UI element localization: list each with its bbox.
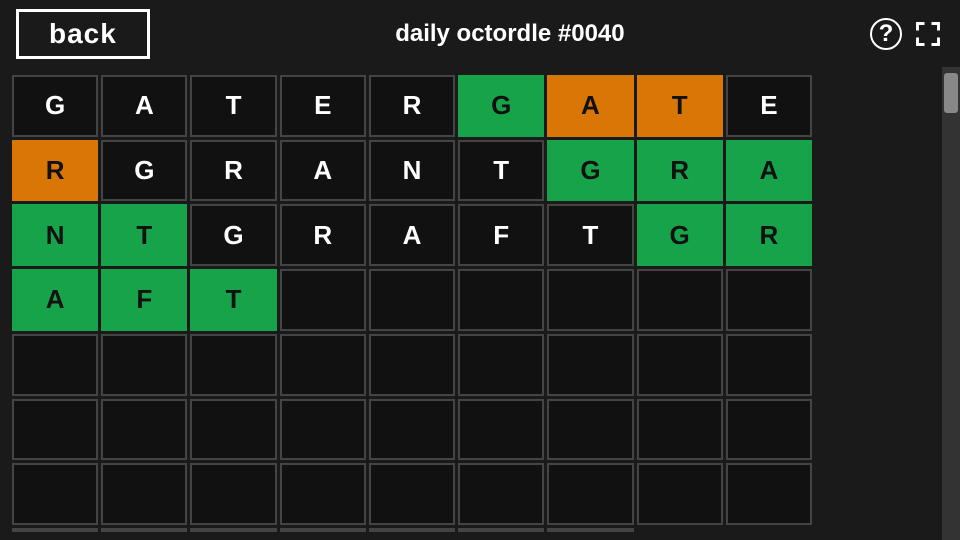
table-row: T	[101, 204, 187, 266]
table-row: R	[369, 75, 455, 137]
table-row	[280, 528, 366, 532]
table-row	[12, 463, 98, 525]
table-row	[458, 463, 544, 525]
table-row: R	[12, 140, 98, 202]
header: back daily octordle #0040 ?	[0, 0, 960, 67]
table-row	[280, 269, 366, 331]
table-row	[369, 269, 455, 331]
scrollbar-thumb	[944, 73, 958, 113]
table-row	[101, 334, 187, 396]
table-row	[190, 528, 276, 532]
table-row: T	[637, 75, 723, 137]
table-row: G	[637, 204, 723, 266]
expand-icon[interactable]	[912, 18, 944, 50]
table-row	[547, 334, 633, 396]
table-row	[101, 399, 187, 461]
scrollbar[interactable]	[942, 67, 960, 540]
table-row	[101, 463, 187, 525]
table-row	[369, 334, 455, 396]
table-row	[280, 334, 366, 396]
table-row: A	[12, 269, 98, 331]
back-button[interactable]: back	[16, 9, 150, 59]
table-row: A	[101, 75, 187, 137]
table-row	[369, 399, 455, 461]
table-row	[726, 399, 812, 461]
table-row	[458, 399, 544, 461]
table-row	[547, 463, 633, 525]
table-row: N	[369, 140, 455, 202]
table-row: A	[280, 140, 366, 202]
table-row	[12, 334, 98, 396]
table-row	[101, 528, 187, 532]
table-row: A	[726, 140, 812, 202]
table-row: F	[101, 269, 187, 331]
table-row: N	[12, 204, 98, 266]
table-row: T	[190, 269, 276, 331]
table-row: G	[101, 140, 187, 202]
game-grid: GATERGATERGRANTGRANTGRAFTGRAFT	[12, 75, 812, 532]
table-row	[280, 463, 366, 525]
table-row	[458, 269, 544, 331]
table-row	[637, 399, 723, 461]
table-row: T	[458, 140, 544, 202]
table-row: A	[369, 204, 455, 266]
table-row	[369, 528, 455, 532]
table-row	[369, 463, 455, 525]
table-row	[726, 334, 812, 396]
table-row	[637, 463, 723, 525]
table-row: T	[547, 204, 633, 266]
table-row	[547, 528, 633, 532]
table-row: G	[547, 140, 633, 202]
table-row	[12, 528, 98, 532]
table-row: G	[12, 75, 98, 137]
table-row	[547, 399, 633, 461]
table-row	[637, 269, 723, 331]
table-row	[637, 334, 723, 396]
table-row	[726, 463, 812, 525]
table-row: G	[458, 75, 544, 137]
table-row	[190, 334, 276, 396]
table-row: R	[280, 204, 366, 266]
page-title: daily octordle #0040	[170, 20, 850, 48]
table-row	[280, 399, 366, 461]
table-row	[547, 269, 633, 331]
table-row: E	[280, 75, 366, 137]
table-row: E	[726, 75, 812, 137]
table-row: T	[190, 75, 276, 137]
table-row: G	[190, 204, 276, 266]
grid-container: GATERGATERGRANTGRANTGRAFTGRAFT	[0, 67, 942, 540]
table-row	[458, 334, 544, 396]
table-row	[190, 399, 276, 461]
table-row: R	[190, 140, 276, 202]
table-row: A	[547, 75, 633, 137]
table-row: R	[637, 140, 723, 202]
table-row: F	[458, 204, 544, 266]
table-row: R	[726, 204, 812, 266]
help-icon[interactable]: ?	[870, 18, 902, 50]
table-row	[12, 399, 98, 461]
table-row	[726, 269, 812, 331]
header-icons: ?	[870, 18, 944, 50]
table-row	[458, 528, 544, 532]
table-row	[190, 463, 276, 525]
main-area: GATERGATERGRANTGRANTGRAFTGRAFT	[0, 67, 960, 540]
